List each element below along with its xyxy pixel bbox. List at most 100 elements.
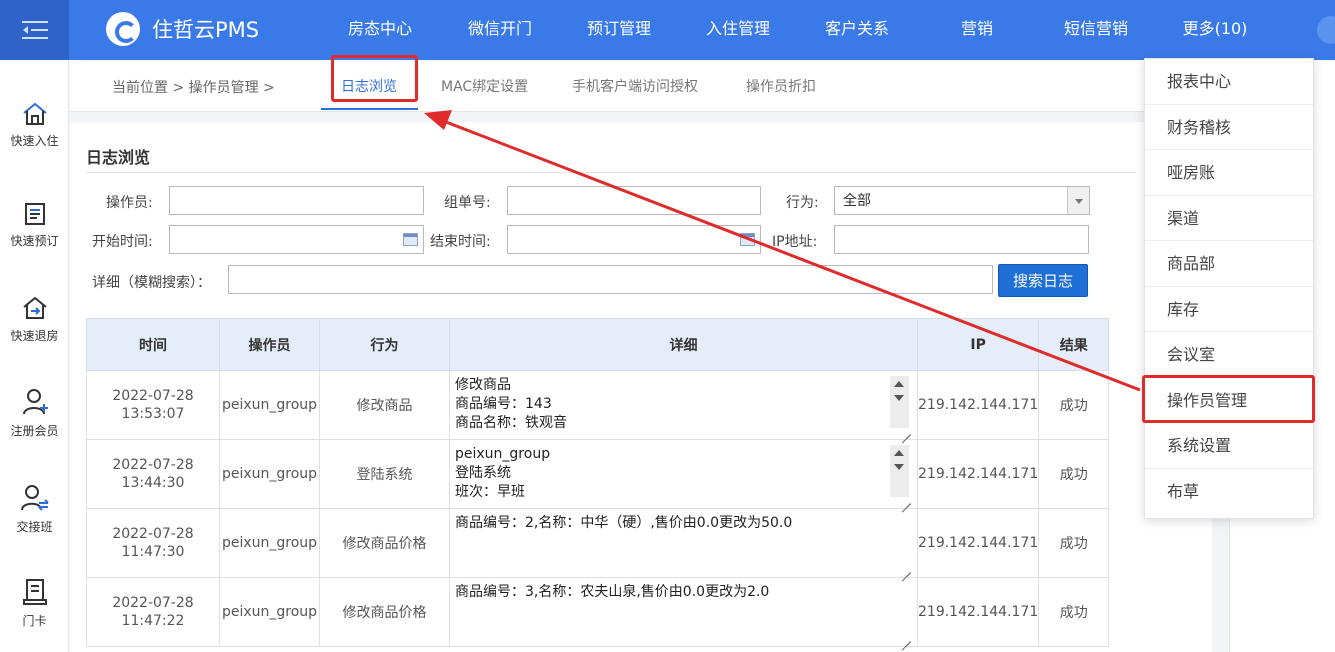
sidebar-item-quick-checkin[interactable]: 快速入住	[0, 102, 69, 149]
app-logo[interactable]: 住哲云PMS	[106, 12, 259, 46]
menu-item-goods[interactable]: 商品部	[1145, 241, 1313, 287]
operator-input[interactable]	[169, 186, 424, 215]
action-select[interactable]: 全部	[834, 186, 1090, 215]
group-number-input[interactable]	[507, 186, 761, 215]
cell-ip: 219.142.144.171	[916, 577, 1040, 647]
column-header-time: 时间	[86, 318, 220, 371]
scrollbar[interactable]	[890, 376, 909, 428]
detail-line: 商品编号：3,名称：农夫山泉,售价由0.0更改为2.0	[455, 584, 770, 600]
cell-time: 2022-07-28 13:53:07	[86, 370, 220, 440]
nav-item-checkin[interactable]: 入住管理	[706, 0, 770, 60]
detail-textarea[interactable]: peixun_group 登陆系统 班次：早班	[455, 445, 913, 507]
sidebar-item-label: 注册会员	[10, 424, 59, 438]
breadcrumb-path[interactable]: 操作员管理	[189, 80, 259, 96]
menu-item-meeting-room[interactable]: 会议室	[1145, 332, 1313, 378]
cell-ip: 219.142.144.171	[916, 508, 1040, 578]
scrollbar[interactable]	[890, 445, 909, 497]
action-label: 行为:	[786, 195, 819, 211]
breadcrumb-separator: >	[172, 80, 185, 96]
nav-item-customer[interactable]: 客户关系	[825, 0, 889, 60]
detail-textarea[interactable]: 商品编号：2,名称：中华（硬）,售价由0.0更改为50.0	[455, 514, 913, 576]
sidebar-item-label: 门卡	[22, 614, 47, 628]
cell-date: 2022-07-28	[112, 595, 194, 611]
cell-clock: 11:47:30	[121, 544, 185, 560]
cell-operator: peixun_group	[219, 508, 320, 578]
table-row: 2022-07-28 13:53:07 peixun_group 修改商品 修改商…	[86, 370, 1110, 440]
sidebar-item-label: 交接班	[16, 520, 53, 534]
sidebar-item-quick-checkout[interactable]: 快速退房	[0, 295, 69, 344]
highlight-box-tab	[331, 55, 418, 102]
scroll-up-icon[interactable]	[894, 381, 904, 387]
top-navbar: 住哲云PMS 房态中心 微信开门 预订管理 入住管理 客户关系 营销 短信营销 …	[0, 0, 1335, 60]
scroll-down-icon[interactable]	[894, 464, 904, 470]
search-log-button[interactable]: 搜索日志	[998, 264, 1088, 297]
breadcrumb: 当前位置 > 操作员管理 >	[112, 77, 275, 97]
start-time-label: 开始时间:	[92, 234, 153, 250]
sidebar-item-quick-booking[interactable]: 快速预订	[0, 202, 69, 249]
detail-textarea[interactable]: 商品编号：3,名称：农夫山泉,售价由0.0更改为2.0	[455, 583, 913, 645]
menu-item-inventory[interactable]: 库存	[1145, 287, 1313, 332]
user-switch-icon	[20, 485, 49, 511]
cell-result: 成功	[1038, 577, 1110, 647]
cell-detail: 商品编号：2,名称：中华（硬）,售价由0.0更改为50.0	[449, 508, 918, 578]
sidebar-item-shift-handover[interactable]: 交接班	[0, 484, 69, 535]
cell-operator: peixun_group	[219, 439, 320, 509]
cell-clock: 13:53:07	[121, 406, 185, 422]
nav-item-room-status[interactable]: 房态中心	[348, 0, 412, 60]
table-header-row: 时间 操作员 行为 详细 IP 结果	[86, 318, 1110, 371]
nav-item-marketing[interactable]: 营销	[961, 0, 993, 60]
menu-item-dummy-room[interactable]: 哑房账	[1145, 150, 1313, 196]
detail-textarea[interactable]: 修改商品 商品编号：143 商品名称：铁观音	[455, 376, 913, 438]
menu-item-linen[interactable]: 布草	[1145, 469, 1313, 515]
nav-item-more[interactable]: 更多(10)	[1183, 0, 1248, 60]
resize-handle-icon[interactable]	[901, 425, 911, 435]
menu-item-reports[interactable]: 报表中心	[1145, 59, 1313, 105]
tab-operator-discount[interactable]: 操作员折扣	[746, 76, 816, 96]
cell-result: 成功	[1038, 508, 1110, 578]
calendar-icon[interactable]	[403, 233, 418, 246]
nav-item-booking[interactable]: 预订管理	[587, 0, 651, 60]
resize-handle-icon[interactable]	[901, 632, 911, 642]
cell-time: 2022-07-28 11:47:30	[86, 508, 220, 578]
active-tab-indicator	[321, 108, 418, 110]
ip-input[interactable]	[834, 225, 1089, 254]
menu-item-system-settings[interactable]: 系统设置	[1145, 423, 1313, 469]
sidebar-item-label: 快速退房	[10, 329, 59, 343]
menu-toggle-button[interactable]	[0, 0, 69, 60]
cell-clock: 13:44:30	[121, 475, 185, 491]
table-row: 2022-07-28 11:47:30 peixun_group 修改商品价格 商…	[86, 508, 1110, 578]
calendar-icon[interactable]	[740, 233, 755, 246]
document-icon	[24, 203, 45, 225]
detail-line: 商品编号：2,名称：中华（硬）,售价由0.0更改为50.0	[455, 515, 793, 531]
resize-handle-icon[interactable]	[901, 563, 911, 573]
chevron-down-icon[interactable]	[1067, 187, 1089, 214]
cell-result: 成功	[1038, 439, 1110, 509]
column-header-ip: IP	[916, 318, 1040, 371]
logo-icon	[106, 12, 140, 46]
operator-label: 操作员:	[106, 195, 153, 211]
sidebar-item-register-member[interactable]: 注册会员	[0, 388, 69, 439]
scroll-up-icon[interactable]	[894, 450, 904, 456]
table-row: 2022-07-28 11:47:22 peixun_group 修改商品价格 商…	[86, 577, 1110, 647]
main-panel: 日志浏览 操作员: 组单号: 行为: 全部 开始时间: 结束时间: IP地址: …	[70, 122, 1212, 652]
start-time-input[interactable]	[169, 225, 424, 254]
menu-item-finance-audit[interactable]: 财务稽核	[1145, 105, 1313, 150]
cell-detail: peixun_group 登陆系统 班次：早班	[449, 439, 918, 509]
avatar[interactable]	[1317, 16, 1335, 44]
ip-label: IP地址:	[772, 234, 818, 250]
nav-item-sms[interactable]: 短信营销	[1064, 0, 1128, 60]
log-table: 时间 操作员 行为 详细 IP 结果 2022-07-28 13:53:07 pe…	[86, 318, 1110, 647]
nav-item-wechat-door[interactable]: 微信开门	[468, 0, 532, 60]
menu-item-channels[interactable]: 渠道	[1145, 196, 1313, 241]
tab-mobile-auth[interactable]: 手机客户端访问授权	[572, 76, 698, 96]
cell-date: 2022-07-28	[112, 457, 194, 473]
tab-mac-binding[interactable]: MAC绑定设置	[441, 76, 528, 96]
cell-result: 成功	[1038, 370, 1110, 440]
detail-search-input[interactable]	[228, 265, 993, 294]
end-time-input[interactable]	[507, 225, 761, 254]
resize-handle-icon[interactable]	[901, 494, 911, 504]
scroll-down-icon[interactable]	[894, 395, 904, 401]
column-header-result: 结果	[1038, 318, 1110, 371]
table-row: 2022-07-28 13:44:30 peixun_group 登陆系统 pei…	[86, 439, 1110, 509]
sidebar-item-door-card[interactable]: 门卡	[0, 578, 69, 629]
